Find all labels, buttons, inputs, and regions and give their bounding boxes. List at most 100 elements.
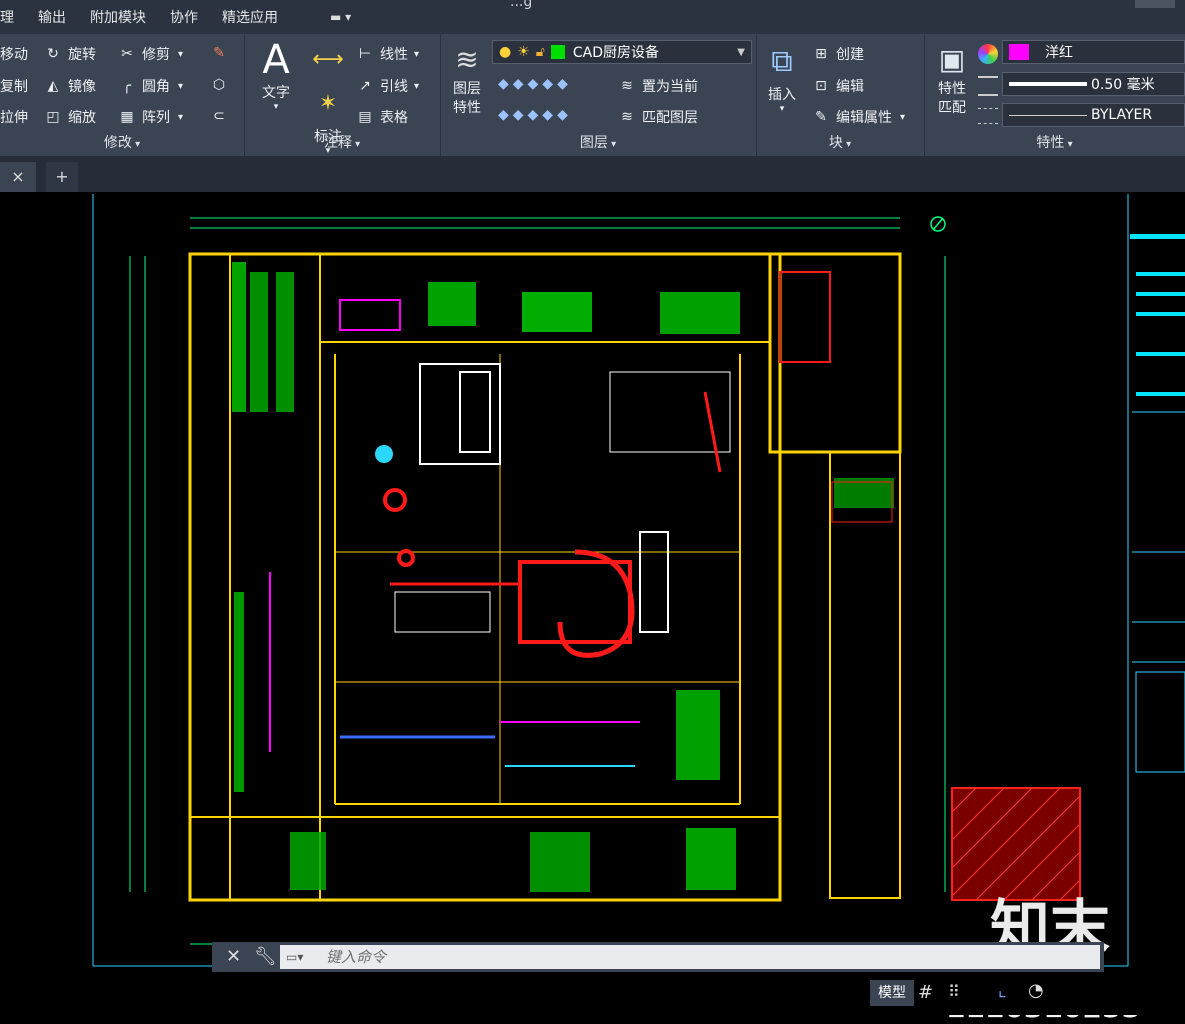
insert-tool[interactable]: ⧉ 插入 ▾ [760, 40, 804, 114]
menu-item-output[interactable]: 输出 [26, 7, 78, 27]
copy-tool[interactable]: 复制 [0, 76, 28, 96]
layers-stack-icon: ≋ [455, 43, 479, 76]
properties-panel-title[interactable]: 特性 [924, 132, 1185, 152]
layer-properties-tool[interactable]: ≋ 图层 特性 [446, 40, 488, 118]
move-label: 移动 [0, 47, 28, 63]
fillet-tool[interactable]: ╭ 圆角 ▾ [118, 76, 183, 96]
insert-block-icon: ⧉ [771, 44, 793, 79]
text-label: 文字 [262, 85, 290, 101]
explode-tool[interactable]: ⬡ [210, 76, 234, 94]
rotate-tool[interactable]: ↻ 旋转 [44, 44, 96, 64]
document-tab[interactable]: × [0, 162, 36, 192]
erase-tool[interactable]: ✎ [210, 44, 234, 62]
text-tool[interactable]: A 文字 ▾ [254, 38, 298, 112]
leader-label: 引线 [380, 79, 408, 95]
text-icon: A [262, 37, 290, 83]
match-layer-icon: ≋ [621, 109, 633, 125]
ortho-icon[interactable]: ⌞ [998, 980, 1006, 1001]
close-icon[interactable]: × [11, 167, 24, 186]
mirror-tool[interactable]: ◭ 镜像 [44, 76, 96, 96]
annotation-panel-title[interactable]: 注释 [244, 132, 440, 152]
edit-attributes-icon: ✎ [815, 109, 827, 125]
unlock-icon: 🔓︎ [535, 44, 545, 60]
edit-block-tool[interactable]: ⊡ 编辑 [812, 76, 864, 96]
color-swatch [1009, 44, 1029, 60]
create-block-icon: ⊞ [815, 46, 827, 62]
edit-attributes-tool[interactable]: ✎ 编辑属性 ▾ [812, 107, 905, 127]
linetype-sample [1009, 114, 1087, 116]
layer-state-icons-2[interactable]: ◆◆◆◆◆ [498, 107, 572, 123]
linetype-dropdown[interactable]: BYLAYER [1002, 103, 1185, 127]
modify-panel-title[interactable]: 修改 [0, 132, 244, 152]
properties-panel: ▣ 特性 匹配 洋红 0.50 毫米 BYLAYER 特性 [924, 34, 1185, 156]
match-layer-tool[interactable]: ≋ 匹配图层 [618, 107, 698, 127]
array-label: 阵列 [142, 110, 170, 126]
command-history-icon[interactable]: ▭▾ [286, 950, 303, 964]
create-block-tool[interactable]: ⊞ 创建 [812, 44, 864, 64]
block-panel: ⧉ 插入 ▾ ⊞ 创建 ⊡ 编辑 ✎ 编辑属性 ▾ 块 [756, 34, 925, 156]
match-properties-icon: ▣ [938, 43, 966, 76]
document-tab-strip: × + [0, 156, 1185, 192]
offset-icon: ⊂ [213, 108, 225, 124]
new-tab-button[interactable]: + [46, 162, 78, 192]
layer-dropdown[interactable]: ● ☀ 🔓︎ CAD厨房设备 ▼ [492, 40, 752, 64]
linear-tool[interactable]: ⊢ 线性 ▾ [356, 44, 419, 64]
command-input[interactable]: 键入命令 [280, 945, 1100, 969]
move-tool[interactable]: 移动 [0, 44, 28, 64]
menu-item-collaborate[interactable]: 协作 [158, 7, 210, 27]
block-panel-title[interactable]: 块 [756, 132, 924, 152]
snap-icon[interactable]: ⠿ [948, 982, 960, 1001]
stretch-label: 拉伸 [0, 110, 28, 126]
linetype-value: BYLAYER [1091, 107, 1153, 123]
cad-drawing [92, 194, 1185, 967]
annotation-panel: A 文字 ▾ ⟷ ✶ 标注 ▾ ⊢ 线性 ▾ ↗ 引线 ▾ ▤ 表格 注释 [244, 34, 441, 156]
layer-color-swatch [550, 45, 565, 59]
command-line: ✕ 🔧︎ 键入命令 ▭▾ [212, 942, 1104, 972]
window-controls[interactable] [1135, 0, 1175, 8]
edit-block-label: 编辑 [836, 79, 864, 95]
scale-tool[interactable]: ◰ 缩放 [44, 107, 96, 127]
trim-tool[interactable]: ✂ 修剪 ▾ [118, 44, 183, 64]
leader-tool[interactable]: ↗ 引线 ▾ [356, 76, 419, 96]
layer-state-icons[interactable]: ◆◆◆◆◆ [498, 76, 572, 92]
menu-item-featured-apps[interactable]: 精选应用 [210, 7, 290, 27]
edit-attributes-label: 编辑属性 [836, 110, 892, 126]
set-current-label: 置为当前 [642, 79, 698, 95]
array-tool[interactable]: ▦ 阵列 ▾ [118, 107, 183, 127]
lineweight-icon [978, 76, 998, 96]
lineweight-dropdown[interactable]: 0.50 毫米 [1002, 72, 1185, 96]
drawing-canvas[interactable] [0, 192, 1185, 970]
grid-icon[interactable]: # [918, 982, 933, 1003]
close-icon[interactable]: ✕ [226, 946, 241, 967]
menu-bar: 理 输出 附加模块 协作 精选应用 ▬ ▾ ...g [0, 0, 1185, 34]
set-current-icon: ≋ [621, 78, 633, 94]
linear-label: 线性 [380, 47, 408, 63]
mirror-icon: ◭ [47, 78, 59, 94]
match-layer-label: 匹配图层 [642, 110, 698, 126]
edit-block-icon: ⊡ [815, 78, 827, 94]
modify-panel: 移动 ↻ 旋转 ✂ 修剪 ▾ ✎ 复制 ◭ 镜像 ╭ 圆角 ▾ ⬡ 拉伸 ◰ 缩放 ▦ 阵列 ▾ … [0, 34, 245, 156]
offset-tool[interactable]: ⊂ [210, 107, 234, 125]
table-tool[interactable]: ▤ 表格 [356, 107, 408, 127]
color-wheel-icon[interactable] [978, 44, 998, 64]
scissors-icon: ✂ [121, 46, 133, 62]
wrench-icon[interactable]: 🔧︎ [254, 946, 277, 967]
mirror-label: 镜像 [68, 79, 96, 95]
workspace-dropdown-icon[interactable]: ▬ ▾ [330, 10, 351, 24]
match-properties-tool[interactable]: ▣ 特性 匹配 [930, 40, 974, 118]
window-title: ...g [510, 0, 533, 10]
fillet-label: 圆角 [142, 79, 170, 95]
color-value: 洋红 [1045, 45, 1073, 61]
layer-properties-label: 图层 特性 [453, 81, 481, 116]
menu-item-addons[interactable]: 附加模块 [78, 7, 158, 27]
layers-panel-title[interactable]: 图层 [440, 132, 756, 152]
menu-item-manage[interactable]: 理 [0, 7, 26, 27]
polar-icon[interactable]: ◔ [1028, 980, 1044, 1001]
set-current-tool[interactable]: ≋ 置为当前 [618, 76, 698, 96]
model-tab[interactable]: 模型 [870, 980, 914, 1006]
eraser-icon: ✎ [213, 45, 225, 61]
stretch-tool[interactable]: 拉伸 [0, 107, 28, 127]
ribbon: 移动 ↻ 旋转 ✂ 修剪 ▾ ✎ 复制 ◭ 镜像 ╭ 圆角 ▾ ⬡ 拉伸 ◰ 缩放 ▦ 阵列 ▾ … [0, 34, 1185, 156]
scale-label: 缩放 [68, 110, 96, 126]
color-dropdown[interactable]: 洋红 [1002, 40, 1185, 64]
